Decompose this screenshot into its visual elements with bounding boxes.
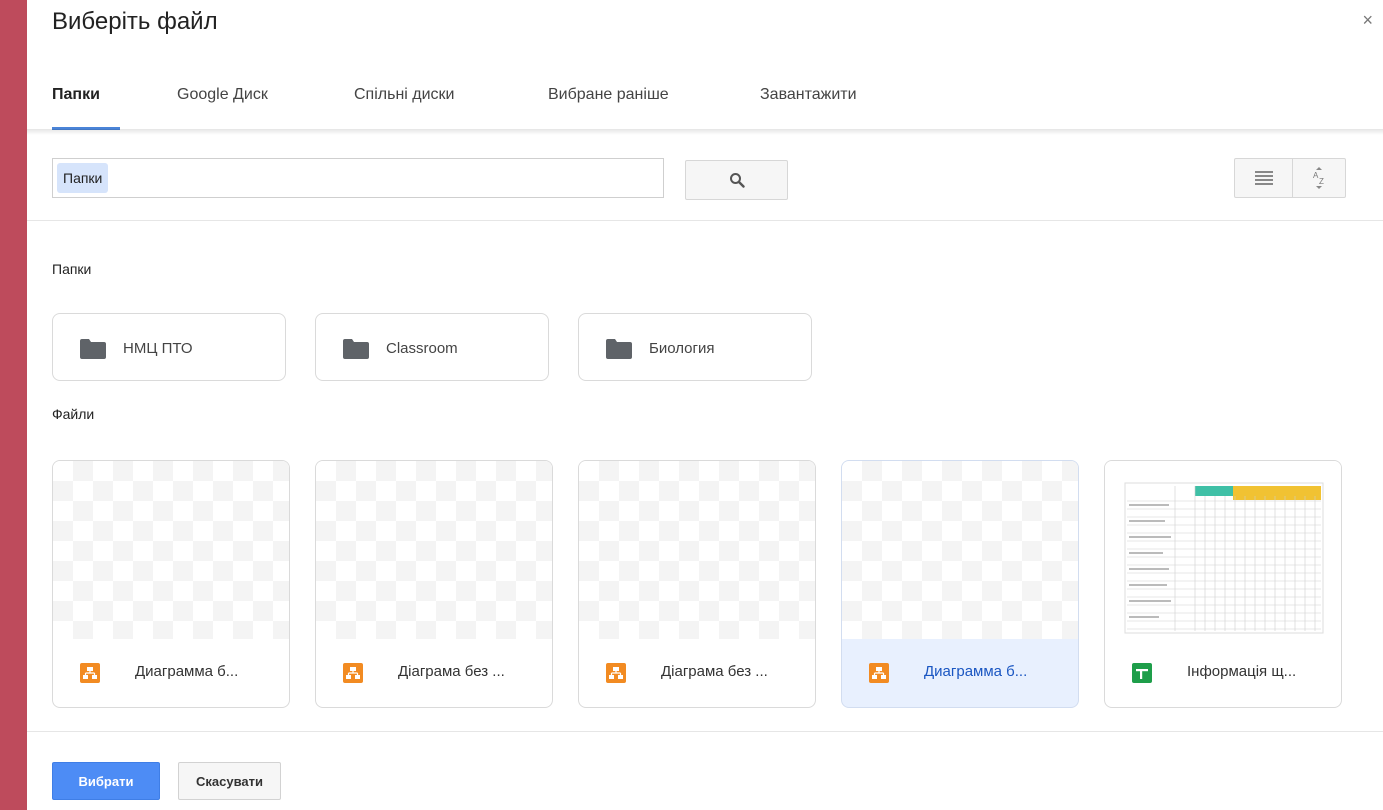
file-footer: Диаграмма б... <box>53 639 289 707</box>
file-thumbnail <box>842 461 1078 639</box>
tab-folders[interactable]: Папки <box>52 86 100 104</box>
file-thumbnail <box>53 461 289 639</box>
file-name: Диаграмма б... <box>135 663 239 680</box>
folder-name: Биология <box>649 340 715 357</box>
dialog-title: Виберіть файл <box>52 8 218 35</box>
folder-icon <box>606 339 632 359</box>
file-card[interactable]: Діаграма без ... <box>578 460 816 708</box>
folder-name: Classroom <box>386 340 458 357</box>
file-card[interactable]: Діаграма без ... <box>315 460 553 708</box>
tab-upload[interactable]: Завантажити <box>760 86 857 104</box>
footer-divider <box>27 731 1383 732</box>
tab-bar: Папки Google Диск Спільні диски Вибране … <box>27 62 1383 130</box>
close-icon[interactable]: × <box>1362 10 1373 31</box>
file-card-selected[interactable]: Диаграмма б... <box>841 460 1079 708</box>
view-options: A Z <box>1234 158 1346 198</box>
folder-card[interactable]: Classroom <box>315 313 549 381</box>
tab-google-drive[interactable]: Google Диск <box>177 86 268 104</box>
file-footer: Диаграмма б... <box>842 639 1078 707</box>
list-view-icon <box>1254 171 1273 185</box>
toolbar-divider <box>27 220 1383 221</box>
sheets-icon <box>1132 663 1152 683</box>
drawing-icon <box>869 663 889 683</box>
search-icon <box>729 173 745 188</box>
sort-az-icon: A Z <box>1313 167 1324 189</box>
folder-card[interactable]: НМЦ ПТО <box>52 313 286 381</box>
svg-text:Z: Z <box>1319 177 1324 186</box>
tab-recent[interactable]: Вибране раніше <box>548 86 669 104</box>
search-scope-chip[interactable]: Папки <box>57 163 109 193</box>
file-footer: Діаграма без ... <box>579 639 815 707</box>
spreadsheet-preview-image <box>1124 482 1324 634</box>
background-strip <box>0 0 27 810</box>
drawing-icon <box>606 663 626 683</box>
folder-card[interactable]: Биология <box>578 313 812 381</box>
folder-icon <box>343 339 369 359</box>
file-footer: Інформація щ... <box>1105 639 1341 707</box>
file-footer: Діаграма без ... <box>316 639 552 707</box>
folder-icon <box>80 339 106 359</box>
tab-shared-drives[interactable]: Спільні диски <box>354 86 455 104</box>
tabs-shadow <box>27 129 1383 135</box>
spreadsheet-thumbnail <box>1105 461 1341 639</box>
file-thumbnail <box>579 461 815 639</box>
file-card[interactable]: Інформація щ... <box>1104 460 1342 708</box>
file-card[interactable]: Диаграмма б... <box>52 460 290 708</box>
file-thumbnail <box>316 461 552 639</box>
cancel-button[interactable]: Скасувати <box>178 762 281 800</box>
file-name: Діаграма без ... <box>398 663 505 680</box>
search-button[interactable] <box>685 160 788 200</box>
list-view-button[interactable] <box>1235 159 1292 197</box>
file-name: Диаграмма б... <box>924 663 1028 680</box>
folder-name: НМЦ ПТО <box>123 340 193 357</box>
sort-button[interactable]: A Z <box>1293 159 1345 197</box>
folders-section-title: Папки <box>52 261 92 277</box>
drawing-icon <box>80 663 100 683</box>
search-input[interactable]: Папки <box>52 158 664 198</box>
file-name: Інформація щ... <box>1187 663 1297 680</box>
files-section-title: Файли <box>52 406 95 422</box>
file-name: Діаграма без ... <box>661 663 768 680</box>
select-button[interactable]: Вибрати <box>52 762 160 800</box>
drawing-icon <box>343 663 363 683</box>
file-picker-dialog: Виберіть файл × Папки Google Диск Спільн… <box>27 0 1383 810</box>
